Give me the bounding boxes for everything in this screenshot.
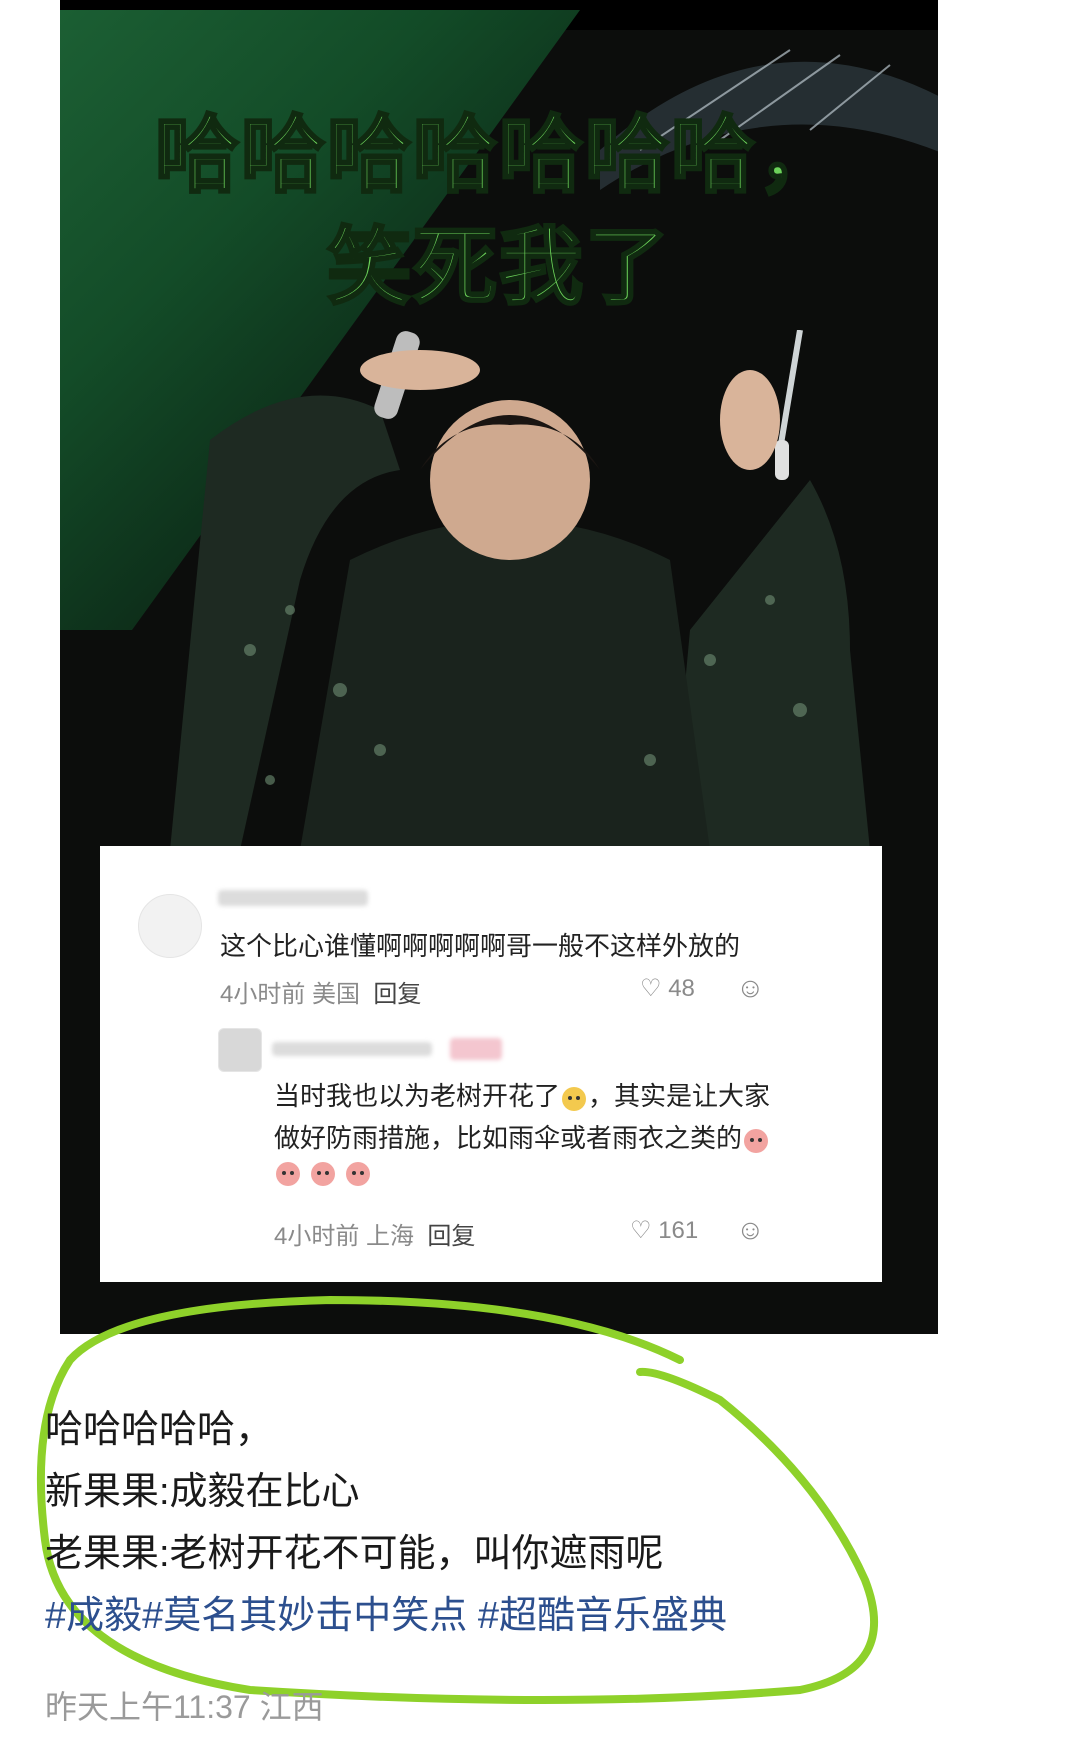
post-hashtags[interactable]: #成毅#莫名其妙击中笑点 #超酷音乐盛典 xyxy=(45,1584,727,1639)
post-timestamp: 昨天上午11:37 xyxy=(45,1689,251,1725)
post-line1: 哈哈哈哈哈， xyxy=(45,1409,274,1451)
post-location: 江西 xyxy=(259,1689,324,1725)
post-line3: 老果果:老树开花不可能，叫你遮雨呢 xyxy=(45,1533,664,1575)
post-line2: 新果果:成毅在比心 xyxy=(45,1471,360,1513)
post-footer: 昨天上午11:37 江西 xyxy=(45,1682,324,1728)
